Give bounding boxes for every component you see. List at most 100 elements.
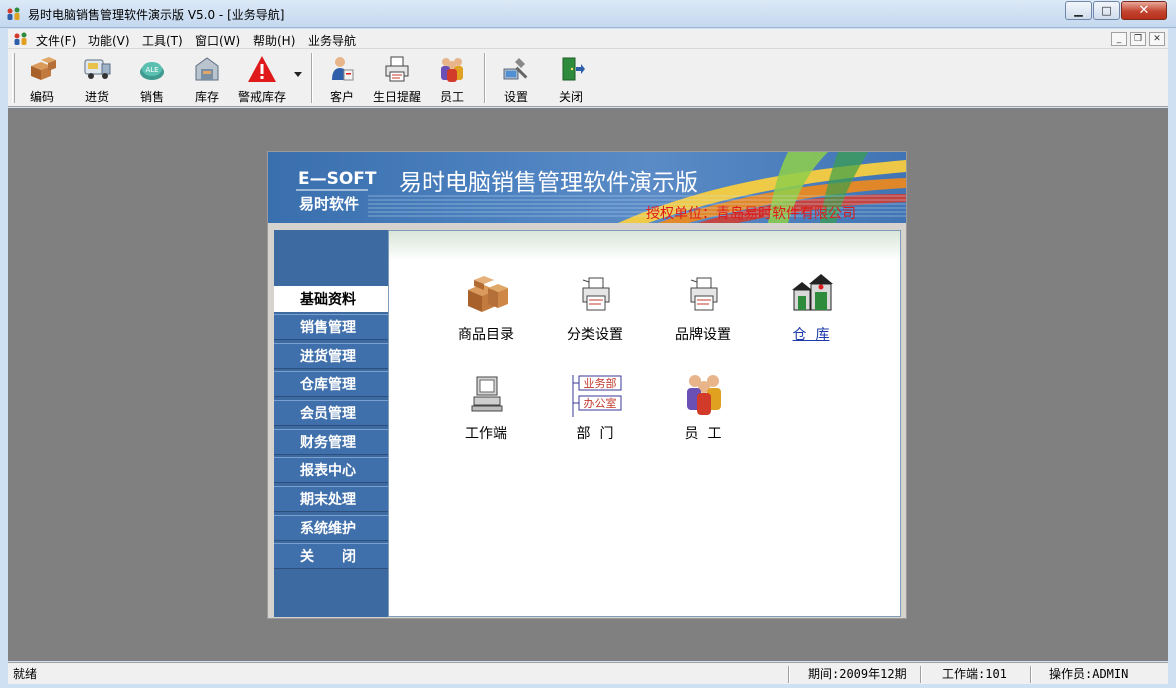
toolbar-close-label: 关闭 bbox=[558, 90, 583, 104]
toolbar-alert-stock-button[interactable]: 警戒库存 bbox=[235, 52, 289, 104]
org-node-business: 业务部 bbox=[584, 376, 617, 390]
nav-purchase-management[interactable]: 进货管理 bbox=[274, 343, 388, 369]
window-title: 易时电脑销售管理软件演示版 V5.0 - [业务导航] bbox=[28, 8, 285, 22]
toolbar-separator bbox=[311, 53, 313, 103]
status-divider bbox=[788, 666, 790, 683]
status-operator: 操作员:ADMIN bbox=[1049, 667, 1129, 681]
toolbar-birthday-reminder-button[interactable]: 生日提醒 bbox=[370, 52, 424, 104]
customer-icon bbox=[332, 57, 354, 81]
business-navigation-panel: E—SOFT 易时软件 易时电脑销售管理软件演示版 授权单位：青岛易时软件有限公… bbox=[267, 151, 907, 619]
tile-staff[interactable]: 员 工 bbox=[648, 373, 758, 453]
boxes-icon bbox=[468, 276, 508, 312]
staff-icon bbox=[441, 58, 463, 82]
child-restore-button[interactable]: ❐ bbox=[1130, 32, 1146, 46]
brand-en: E—SOFT bbox=[298, 169, 377, 189]
tile-warehouse-label[interactable]: 仓 库 bbox=[756, 324, 866, 344]
nav-close[interactable]: 关 闭 bbox=[274, 543, 388, 569]
menu-window[interactable]: 窗口(W) bbox=[195, 32, 240, 49]
menu-business-nav[interactable]: 业务导航 bbox=[308, 32, 356, 49]
window-titlebar[interactable]: 易时电脑销售管理软件演示版 V5.0 - [业务导航] ▁ □ ✕ bbox=[0, 0, 1176, 28]
printer-icon bbox=[690, 277, 718, 311]
toolbar-staff-button[interactable]: 员工 bbox=[425, 52, 479, 104]
close-window-button[interactable]: ✕ bbox=[1121, 1, 1167, 20]
child-close-button[interactable]: ✕ bbox=[1149, 32, 1165, 46]
menu-bar: 文件(F) 功能(V) 工具(T) 窗口(W) 帮助(H) 业务导航 _ ❐ ✕ bbox=[8, 29, 1168, 49]
org-chart-icon: 业务部 办公室 bbox=[572, 375, 622, 417]
license-text: 授权单位：青岛易时软件有限公司 bbox=[646, 206, 856, 222]
toolbar-settings-button[interactable]: 设置 bbox=[489, 52, 543, 104]
close-icon: ✕ bbox=[1138, 3, 1150, 18]
tile-department[interactable]: 业务部 办公室 部 门 bbox=[540, 373, 650, 453]
brand-cn: 易时软件 bbox=[299, 195, 360, 213]
banner: E—SOFT 易时软件 易时电脑销售管理软件演示版 授权单位：青岛易时软件有限公… bbox=[268, 152, 906, 223]
status-text: 就绪 bbox=[13, 667, 38, 681]
nav-finance-management[interactable]: 财务管理 bbox=[274, 429, 388, 455]
nav-member-management[interactable]: 会员管理 bbox=[274, 400, 388, 426]
settings-icon bbox=[503, 58, 528, 80]
toolbar-code-button[interactable]: 编码 bbox=[15, 52, 69, 104]
warehouse-houses-icon bbox=[792, 274, 833, 311]
nav-system-maintenance[interactable]: 系统维护 bbox=[274, 515, 388, 541]
toolbar-sales-button[interactable]: ALE 销售 bbox=[125, 52, 179, 104]
menu-tools[interactable]: 工具(T) bbox=[142, 32, 183, 49]
toolbar: 编码 进货 ALE 销售 库存 警戒库存 客户 生日提醒 员工 设置 关闭 bbox=[8, 49, 1168, 107]
toolbar-stock-button[interactable]: 库存 bbox=[180, 52, 234, 104]
svg-text:ALE: ALE bbox=[145, 66, 158, 74]
menu-help[interactable]: 帮助(H) bbox=[253, 32, 295, 49]
toolbar-customer-label: 客户 bbox=[329, 90, 354, 104]
child-window-icon[interactable] bbox=[13, 31, 29, 47]
content-header-gradient bbox=[389, 231, 900, 261]
maximize-button[interactable]: □ bbox=[1093, 1, 1120, 20]
menu-function[interactable]: 功能(V) bbox=[88, 32, 130, 49]
toolbar-separator bbox=[484, 53, 486, 103]
computer-icon bbox=[471, 376, 503, 412]
org-node-office: 办公室 bbox=[584, 396, 617, 410]
toolbar-customer-button[interactable]: 客户 bbox=[315, 52, 369, 104]
printer-icon bbox=[582, 277, 610, 311]
toolbar-settings-label: 设置 bbox=[503, 90, 528, 104]
nav-sales-management[interactable]: 销售管理 bbox=[274, 314, 388, 340]
toolbar-sales-label: 销售 bbox=[139, 90, 164, 104]
tile-category-settings[interactable]: 分类设置 bbox=[540, 274, 650, 354]
tile-category-settings-label: 分类设置 bbox=[567, 327, 623, 343]
tile-product-catalog[interactable]: 商品目录 bbox=[431, 274, 541, 354]
dropdown-arrow-icon[interactable] bbox=[293, 71, 303, 79]
people-group-icon bbox=[7, 7, 20, 20]
toolbar-staff-label: 员工 bbox=[439, 90, 464, 104]
status-terminal: 工作端:101 bbox=[942, 667, 1007, 681]
menu-file[interactable]: 文件(F) bbox=[36, 32, 76, 49]
tile-brand-settings-label: 品牌设置 bbox=[675, 327, 731, 343]
tile-brand-settings[interactable]: 品牌设置 bbox=[648, 274, 758, 354]
truck-icon bbox=[84, 59, 111, 79]
tile-workstation[interactable]: 工作端 bbox=[431, 373, 541, 453]
toolbar-birthday-reminder-label: 生日提醒 bbox=[372, 90, 421, 104]
staff-icon bbox=[687, 375, 721, 415]
toolbar-close-button[interactable]: 关闭 bbox=[544, 52, 598, 104]
tile-department-label: 部 门 bbox=[576, 426, 614, 442]
tile-staff-label: 员 工 bbox=[684, 426, 722, 442]
function-content: 商品目录 分类设置 品牌设置 仓 库 工作端 业务部 办公室 部 门 员 工 bbox=[388, 230, 901, 617]
minimize-button[interactable]: ▁ bbox=[1065, 1, 1092, 20]
tile-workstation-label: 工作端 bbox=[465, 426, 507, 442]
child-minimize-button[interactable]: _ bbox=[1111, 32, 1127, 46]
warehouse-icon bbox=[195, 57, 219, 81]
toolbar-purchase-label: 进货 bbox=[84, 90, 109, 104]
status-period: 期间:2009年12期 bbox=[808, 667, 907, 681]
tile-product-catalog-label: 商品目录 bbox=[458, 327, 514, 343]
nav-basic-data[interactable]: 基础资料 bbox=[274, 286, 388, 312]
maximize-icon: □ bbox=[1101, 4, 1112, 17]
side-navigation: 基础资料 销售管理 进货管理 仓库管理 会员管理 财务管理 报表中心 期末处理 … bbox=[274, 230, 388, 617]
warning-icon bbox=[248, 56, 276, 82]
nav-report-center[interactable]: 报表中心 bbox=[274, 457, 388, 483]
nav-warehouse-management[interactable]: 仓库管理 bbox=[274, 371, 388, 397]
status-divider bbox=[1030, 666, 1032, 683]
minimize-icon: ▁ bbox=[1074, 4, 1083, 17]
banner-title: 易时电脑销售管理软件演示版 bbox=[399, 170, 698, 196]
toolbar-alert-stock-label: 警戒库存 bbox=[237, 90, 286, 104]
nav-period-end[interactable]: 期末处理 bbox=[274, 486, 388, 512]
tile-warehouse[interactable]: 仓 库 bbox=[756, 274, 866, 354]
toolbar-code-label: 编码 bbox=[29, 90, 54, 104]
boxes-icon bbox=[31, 57, 56, 80]
sales-icon: ALE bbox=[140, 62, 164, 80]
toolbar-purchase-button[interactable]: 进货 bbox=[70, 52, 124, 104]
